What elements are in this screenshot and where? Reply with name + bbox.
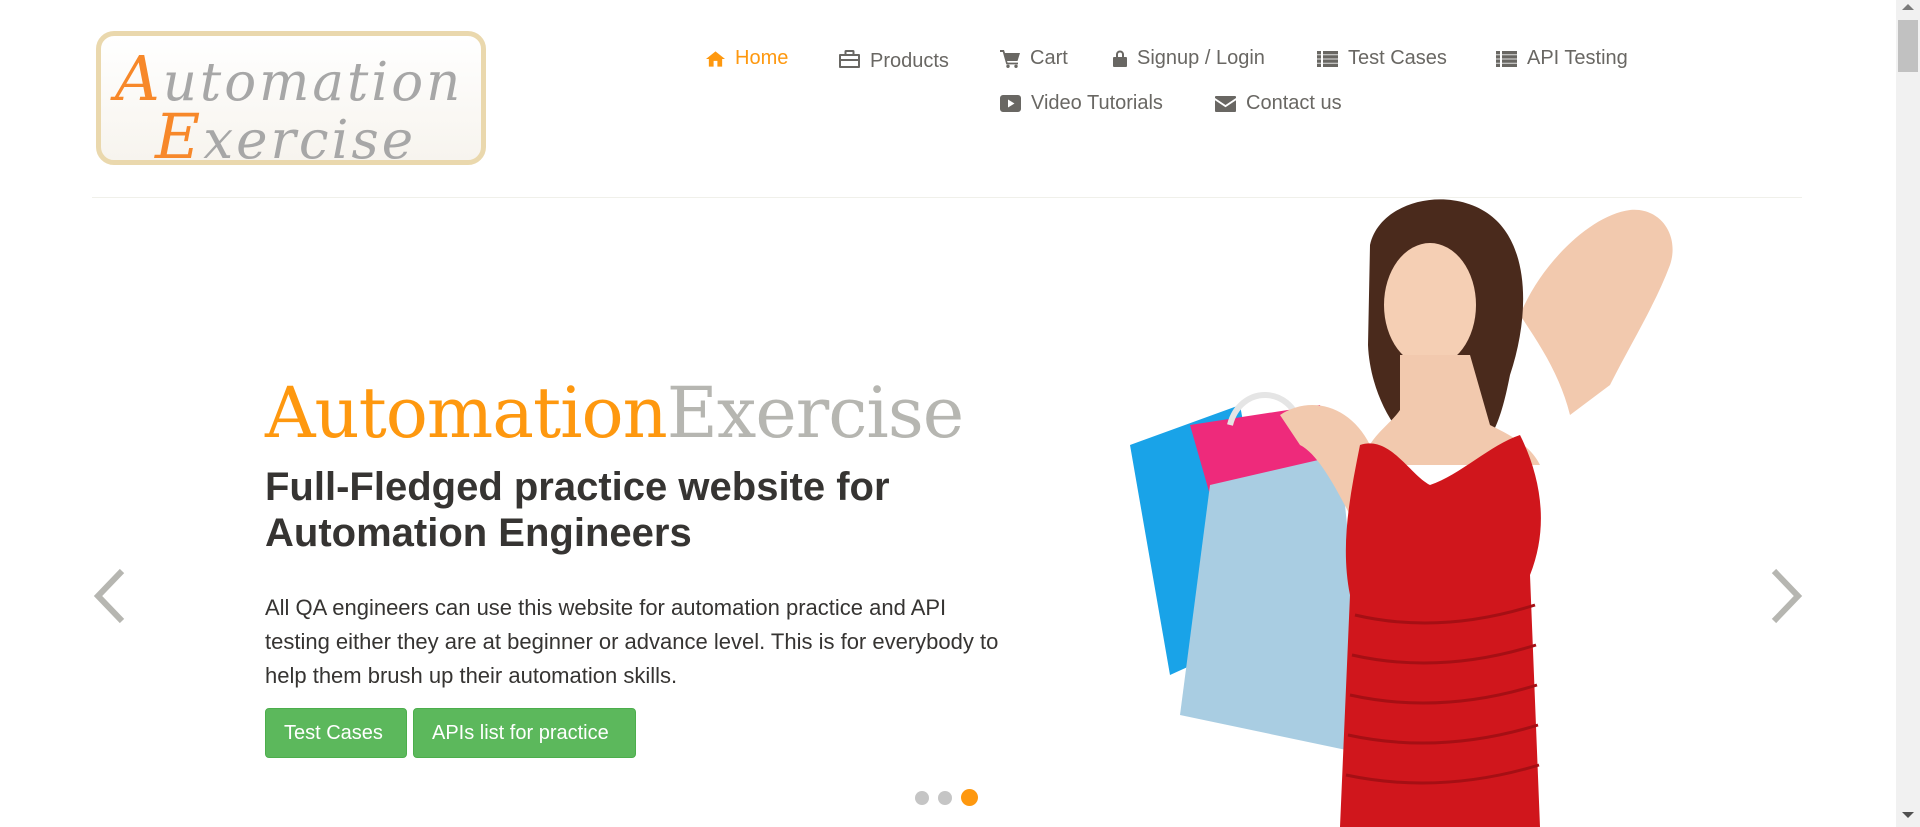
chevron-left-icon [93, 568, 125, 624]
nav-products[interactable]: Products [839, 47, 949, 72]
slider-brand-title: AutomationExercise [265, 372, 964, 454]
nav-cart[interactable]: Cart [1000, 47, 1068, 70]
nav-video-tutorials[interactable]: Video Tutorials [1000, 92, 1163, 115]
brand-title-part1: Automation [265, 372, 668, 454]
carousel-dot-1[interactable] [915, 790, 929, 805]
nav-cart-label: Cart [1030, 47, 1068, 69]
carousel-dot-2[interactable] [938, 790, 952, 805]
nav-api-testing-label: API Testing [1527, 47, 1628, 69]
slider-description: All QA engineers can use this website fo… [265, 595, 999, 688]
nav-home-label: Home [735, 47, 789, 69]
scroll-up-arrow-icon[interactable] [1902, 4, 1914, 10]
nav-contact-us-label: Contact us [1246, 92, 1342, 114]
nav-video-tutorials-label: Video Tutorials [1031, 92, 1163, 114]
nav-contact-us[interactable]: Contact us [1215, 92, 1342, 115]
chevron-right-icon [1771, 568, 1803, 624]
nav-home[interactable]: Home [706, 47, 788, 70]
red-dress [1340, 435, 1541, 827]
cart-icon [1000, 49, 1020, 68]
logo-line-2: Exercise [155, 100, 417, 173]
carousel-indicators [915, 789, 978, 806]
nav-signup-login-label: Signup / Login [1137, 47, 1265, 69]
list-icon [1317, 50, 1338, 67]
nav-api-testing[interactable]: API Testing [1496, 47, 1628, 70]
nav-test-cases[interactable]: Test Cases [1317, 47, 1447, 70]
list-icon [1496, 50, 1517, 67]
test-cases-button[interactable]: Test Cases [265, 708, 407, 758]
bag-light [1180, 455, 1370, 755]
briefcase-icon [839, 49, 860, 68]
nav-products-label: Products [870, 50, 949, 72]
site-logo[interactable]: Automation Exercise [96, 31, 486, 173]
nav-signup-login[interactable]: Signup / Login [1113, 47, 1265, 70]
carousel-dot-3[interactable] [961, 789, 978, 806]
lock-icon [1113, 50, 1127, 67]
carousel-next-button[interactable] [1768, 566, 1804, 631]
hero-image [1130, 199, 1673, 827]
page: Automation Exercise Home Products Cart S… [0, 0, 1896, 827]
scroll-thumb[interactable] [1898, 20, 1918, 72]
nav-test-cases-label: Test Cases [1348, 47, 1447, 69]
face [1384, 243, 1476, 367]
home-icon [706, 50, 725, 67]
brand-title-part2: Exercise [666, 372, 964, 454]
carousel-prev-button[interactable] [92, 566, 128, 631]
apis-list-button[interactable]: APIs list for practice [413, 708, 636, 758]
scroll-down-arrow-icon[interactable] [1902, 812, 1914, 818]
raised-arm [1520, 209, 1673, 415]
youtube-play-icon [1000, 95, 1021, 112]
slider-headline: Full-Fledged practice website for Automa… [265, 465, 890, 555]
vertical-scrollbar[interactable] [1896, 0, 1920, 827]
envelope-icon [1215, 95, 1236, 112]
